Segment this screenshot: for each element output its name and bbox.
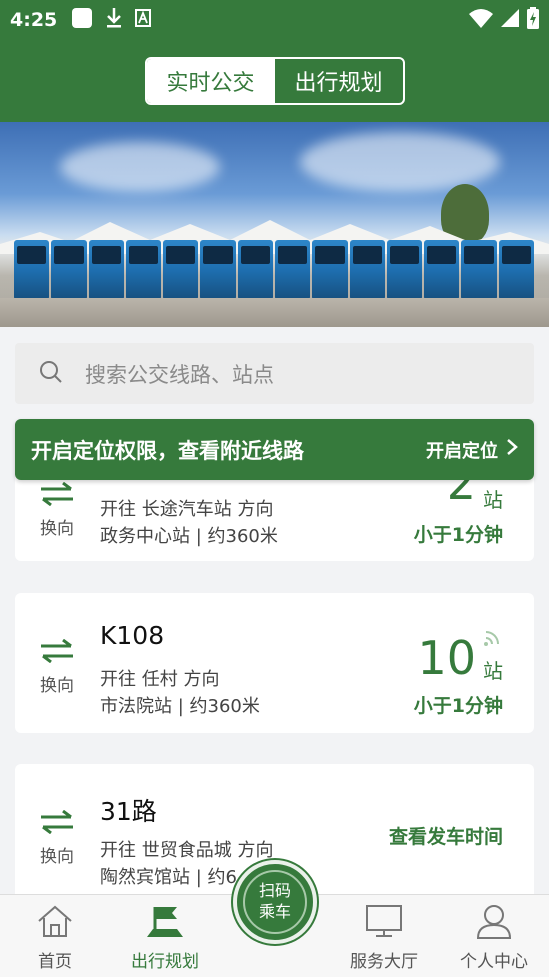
square-icon (71, 7, 93, 33)
tab-trip-planning[interactable]: 出行规划 (275, 59, 403, 103)
nav-home-label: 首页 (38, 952, 72, 972)
battery-icon (527, 7, 539, 33)
bus-shape (349, 240, 385, 300)
scan-label-line2: 乘车 (258, 902, 291, 921)
eta-unit: 站 (483, 488, 503, 512)
flag-icon (145, 903, 185, 943)
cloud-shape (300, 132, 500, 192)
swap-label: 换向 (40, 519, 74, 539)
bus-row (14, 240, 534, 300)
realtime-signal-icon (483, 629, 501, 651)
search-placeholder: 搜索公交线路、站点 (85, 362, 274, 387)
bus-shape (312, 240, 348, 300)
swap-direction-button[interactable]: 换向 (39, 481, 75, 539)
bus-shape (51, 240, 87, 300)
wifi-icon (469, 8, 493, 32)
enable-location-label: 开启定位 (426, 440, 498, 462)
route-card[interactable]: K108 换向 开往 任村 方向 市法院站 | 约360米 10 站 小于1分钟 (15, 593, 534, 733)
nav-service-hall[interactable]: 服务大厅 (334, 895, 434, 977)
a-icon (135, 9, 152, 31)
route-list[interactable]: 换向 开往 长途汽车站 方向 政务中心站 | 约360米 2 站 小于1分钟 K… (0, 470, 549, 894)
status-bar: 4:25 (0, 0, 549, 40)
departure-time-link[interactable]: 查看发车时间 (389, 822, 503, 849)
signal-icon (501, 9, 519, 31)
swap-label: 换向 (40, 847, 74, 867)
route-stop: 政务中心站 | 约360米 (100, 526, 278, 547)
bus-shape (424, 240, 460, 300)
tab-realtime-bus[interactable]: 实时公交 (146, 59, 275, 103)
nav-personal-center-label: 个人中心 (460, 952, 528, 972)
eta-time: 小于1分钟 (413, 524, 503, 546)
bus-shape (125, 240, 162, 300)
route-direction: 开往 世贸食品城 方向 (100, 840, 274, 861)
bus-shape (163, 240, 199, 300)
banner-image[interactable] (0, 122, 549, 327)
search-icon (39, 360, 63, 388)
scan-to-ride-button[interactable]: 扫码 乘车 (233, 860, 317, 944)
eta-time: 小于1分钟 (413, 695, 503, 717)
chevron-right-icon (506, 438, 518, 461)
location-message: 开启定位权限，查看附近线路 (31, 438, 304, 463)
bus-shape (200, 240, 236, 300)
route-stop: 陶然宾馆站 | 约6 (100, 867, 237, 888)
home-icon (35, 903, 75, 943)
swap-label: 换向 (40, 676, 74, 696)
scan-label-line1: 扫码 (258, 881, 291, 901)
bus-shape (274, 240, 311, 300)
bus-shape (461, 240, 497, 300)
nav-service-hall-label: 服务大厅 (350, 952, 418, 972)
eta-unit: 站 (483, 659, 503, 683)
route-number: 31路 (100, 797, 157, 826)
search-input[interactable]: 搜索公交线路、站点 (15, 343, 534, 404)
enable-location-button[interactable]: 开启定位 (426, 437, 518, 463)
swap-icon (39, 638, 75, 667)
ground-shape (0, 298, 549, 327)
monitor-icon (364, 903, 404, 943)
nav-trip-planning-label: 出行规划 (131, 952, 199, 972)
location-permission-bar[interactable]: 开启定位权限，查看附近线路 开启定位 (15, 419, 534, 480)
swap-direction-button[interactable]: 换向 (39, 638, 75, 696)
mode-segment: 实时公交 出行规划 (144, 57, 405, 105)
user-icon (474, 903, 514, 943)
status-time: 4:25 (10, 9, 58, 31)
swap-icon (39, 809, 75, 838)
route-stop: 市法院站 | 约360米 (100, 696, 260, 717)
nav-personal-center[interactable]: 个人中心 (444, 895, 544, 977)
eta-stops: 10 (417, 631, 476, 685)
bus-shape (498, 240, 534, 300)
bus-shape (386, 240, 423, 300)
bus-shape (237, 240, 273, 300)
swap-icon (39, 481, 75, 510)
swap-direction-button[interactable]: 换向 (39, 809, 75, 867)
download-icon (105, 7, 123, 33)
nav-home[interactable]: 首页 (5, 895, 105, 977)
nav-trip-planning[interactable]: 出行规划 (115, 895, 215, 977)
route-card[interactable]: 换向 开往 长途汽车站 方向 政务中心站 | 约360米 2 站 小于1分钟 (15, 470, 534, 561)
cloud-shape (60, 142, 220, 192)
bus-shape (88, 240, 124, 300)
app-header: 实时公交 出行规划 (0, 40, 549, 122)
bus-shape (14, 240, 50, 300)
route-direction: 开往 长途汽车站 方向 (100, 499, 274, 520)
route-direction: 开往 任村 方向 (100, 669, 220, 690)
route-number: K108 (100, 621, 165, 650)
scan-label: 扫码 乘车 (259, 881, 291, 923)
